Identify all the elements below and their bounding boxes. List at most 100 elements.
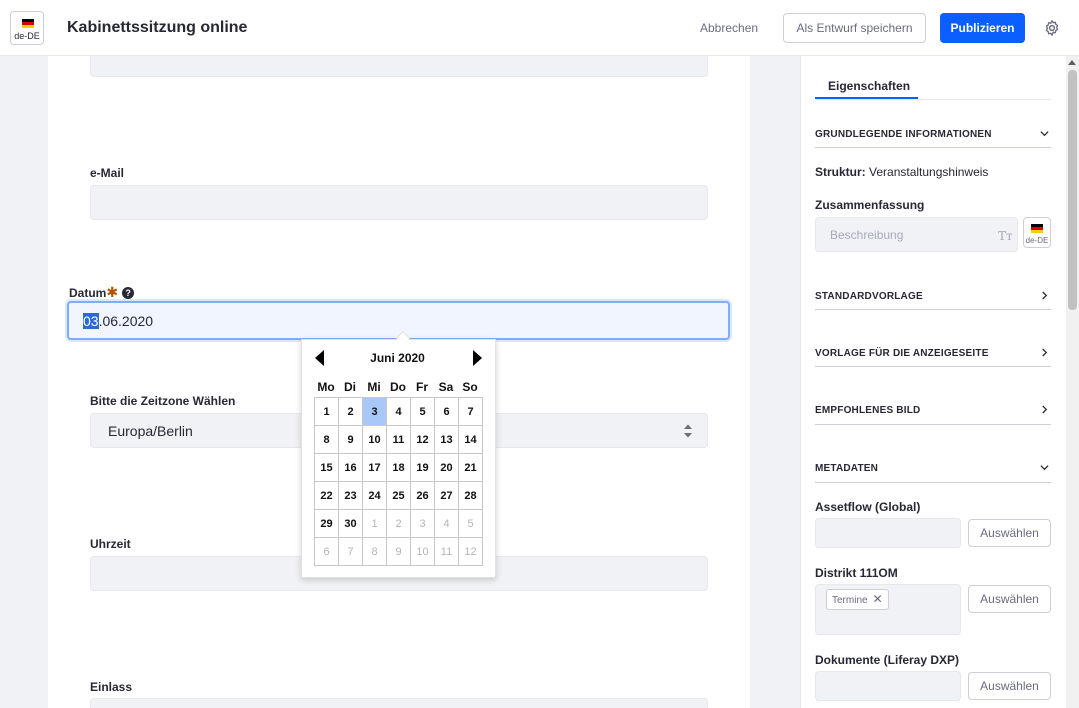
date-selected-part: 03 xyxy=(83,313,99,329)
chevron-down-icon[interactable] xyxy=(1040,463,1049,472)
calendar-day[interactable]: 11 xyxy=(386,425,411,454)
assetflow-select-button[interactable]: Auswählen xyxy=(968,519,1051,547)
calendar-day[interactable]: 13 xyxy=(434,425,459,454)
weekday-header: Sa xyxy=(438,380,454,394)
district-chip: Termine ✕ xyxy=(826,589,889,610)
calendar-day[interactable]: 29 xyxy=(314,509,339,538)
documents-field xyxy=(815,671,961,701)
tab-properties[interactable]: Eigenschaften xyxy=(828,79,910,93)
calendar-day-other-month[interactable]: 12 xyxy=(458,537,483,566)
section-metadata[interactable]: METADATEN xyxy=(815,463,878,474)
cancel-button[interactable]: Abbrechen xyxy=(690,13,768,43)
calendar-day-other-month[interactable]: 3 xyxy=(410,509,435,538)
chevron-down-icon[interactable] xyxy=(1040,129,1049,138)
german-flag-icon xyxy=(22,19,34,28)
calendar-day[interactable]: 28 xyxy=(458,481,483,510)
calendar-day[interactable]: 23 xyxy=(338,481,363,510)
calendar-day[interactable]: 5 xyxy=(410,397,435,426)
calendar-day-other-month[interactable]: 9 xyxy=(386,537,411,566)
calendar-day[interactable]: 8 xyxy=(314,425,339,454)
calendar-day[interactable]: 9 xyxy=(338,425,363,454)
calendar-day[interactable]: 26 xyxy=(410,481,435,510)
calendar-day[interactable]: 18 xyxy=(386,453,411,482)
calendar-day-other-month[interactable]: 8 xyxy=(362,537,387,566)
scrollbar-thumb[interactable] xyxy=(1068,70,1077,310)
district-select-button[interactable]: Auswählen xyxy=(968,585,1051,613)
calendar-day[interactable]: 6 xyxy=(434,397,459,426)
publish-button[interactable]: Publizieren xyxy=(940,13,1025,43)
summary-locale-button[interactable]: de-DE xyxy=(1023,217,1051,248)
district-label: Distrikt 111OM xyxy=(815,566,898,580)
weekday-header: Fr xyxy=(416,380,428,394)
documents-select-button[interactable]: Auswählen xyxy=(968,672,1051,700)
calendar-day-other-month[interactable]: 2 xyxy=(386,509,411,538)
calendar-day[interactable]: 25 xyxy=(386,481,411,510)
weekday-header: Mo xyxy=(317,380,335,394)
tab-divider xyxy=(815,99,1051,100)
structure-info: Struktur: Veranstaltungshinweis xyxy=(815,165,988,179)
district-chip-label: Termine xyxy=(832,595,868,606)
calendar-day[interactable]: 17 xyxy=(362,453,387,482)
calendar-day[interactable]: 2 xyxy=(338,397,363,426)
calendar-day-other-month[interactable]: 11 xyxy=(434,537,459,566)
select-arrows-icon xyxy=(684,424,692,438)
weekday-header: Di xyxy=(344,380,356,394)
gear-icon[interactable] xyxy=(1043,19,1061,37)
calendar-day[interactable]: 24 xyxy=(362,481,387,510)
text-format-icon[interactable]: Tт xyxy=(998,229,1013,243)
calendar-day[interactable]: 19 xyxy=(410,453,435,482)
section-featured-image[interactable]: EMPFOHLENES BILD xyxy=(815,405,920,416)
calendar-day-other-month[interactable]: 1 xyxy=(362,509,387,538)
calendar-day[interactable]: 1 xyxy=(314,397,339,426)
calendar-day-other-month[interactable]: 10 xyxy=(410,537,435,566)
assetflow-field xyxy=(815,518,961,548)
calendar-day[interactable]: 21 xyxy=(458,453,483,482)
calendar-day-other-month[interactable]: 6 xyxy=(314,537,339,566)
calendar-day[interactable]: 27 xyxy=(434,481,459,510)
entry-label: Einlass xyxy=(90,680,133,694)
calendar-day-other-month[interactable]: 4 xyxy=(434,509,459,538)
chevron-right-icon[interactable] xyxy=(1040,348,1049,357)
section-basic-info[interactable]: GRUNDLEGENDE INFORMATIONEN xyxy=(815,129,992,140)
locale-button[interactable]: de-DE xyxy=(10,11,44,45)
email-label: e-Mail xyxy=(90,166,125,180)
next-month-icon[interactable] xyxy=(473,350,482,366)
section-divider xyxy=(815,424,1051,425)
date-rest-part: .06.2020 xyxy=(98,313,154,329)
calendar-day[interactable]: 12 xyxy=(410,425,435,454)
date-value: 03.06.2020 xyxy=(83,313,153,329)
weekday-header: Mi xyxy=(367,380,381,394)
section-default-template[interactable]: STANDARDVORLAGE xyxy=(815,291,923,302)
page-title: Kabinettssitzung online xyxy=(67,19,248,36)
section-display-template[interactable]: VORLAGE FÜR DIE ANZEIGESEITE xyxy=(815,348,989,359)
calendar-day[interactable]: 22 xyxy=(314,481,339,510)
calendar-day[interactable]: 14 xyxy=(458,425,483,454)
german-flag-icon xyxy=(1031,224,1043,233)
calendar-day[interactable]: 4 xyxy=(386,397,411,426)
save-draft-button[interactable]: Als Entwurf speichern xyxy=(783,13,926,43)
chevron-right-icon[interactable] xyxy=(1040,405,1049,414)
structure-label: Struktur: xyxy=(815,165,866,179)
weekday-header: So xyxy=(462,380,478,394)
calendar-day[interactable]: 10 xyxy=(362,425,387,454)
chevron-right-icon[interactable] xyxy=(1040,291,1049,300)
top-input[interactable] xyxy=(90,56,708,77)
email-field[interactable] xyxy=(90,185,708,220)
calendar-day[interactable]: 20 xyxy=(434,453,459,482)
calendar-day[interactable]: 16 xyxy=(338,453,363,482)
time-label: Uhrzeit xyxy=(90,537,131,551)
calendar-day[interactable]: 7 xyxy=(458,397,483,426)
calendar-month-title: Juni 2020 xyxy=(370,351,425,365)
calendar-day-other-month[interactable]: 7 xyxy=(338,537,363,566)
calendar-day-other-month[interactable]: 5 xyxy=(458,509,483,538)
entry-field[interactable] xyxy=(90,698,708,708)
scroll-up-icon[interactable] xyxy=(1068,60,1076,65)
prev-month-icon[interactable] xyxy=(315,350,324,366)
help-icon[interactable]: ? xyxy=(122,287,135,299)
calendar-day[interactable]: 15 xyxy=(314,453,339,482)
calendar-day[interactable]: 30 xyxy=(338,509,363,538)
calendar-day-selected[interactable]: 3 xyxy=(362,397,387,426)
close-icon[interactable]: ✕ xyxy=(873,592,883,606)
summary-label: Zusammenfassung xyxy=(815,198,925,212)
app-header: de-DE Kabinettssitzung online Abbrechen … xyxy=(0,0,1079,56)
